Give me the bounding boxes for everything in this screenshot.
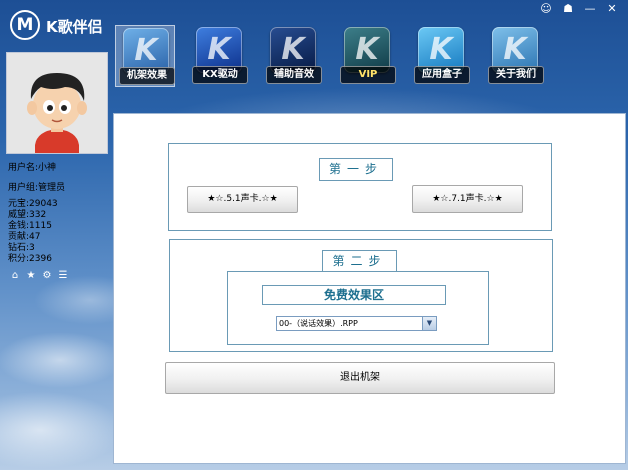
username-label: 用户名:小神 <box>8 163 57 173</box>
toolbar-about-us[interactable]: K 关于我们 <box>485 25 545 87</box>
toolbar-label: 关于我们 <box>488 66 544 84</box>
step2-title: 第二步 <box>322 250 397 272</box>
toolbar-label: KX驱动 <box>192 66 248 84</box>
chevron-down-icon[interactable]: ▼ <box>422 317 436 330</box>
sound-card-51-button[interactable]: ★☆.5.1声卡.☆★ <box>187 186 298 213</box>
stat-prestige: 威望:332 <box>8 210 47 220</box>
gear-icon[interactable]: ⚙ <box>42 271 52 281</box>
cartoon-boy-avatar <box>7 53 107 153</box>
step1-title: 第一步 <box>319 158 393 181</box>
avatar[interactable] <box>6 52 108 154</box>
toolbar-label: 应用盒子 <box>414 66 470 84</box>
star-icon[interactable]: ★ <box>26 271 36 281</box>
free-zone-group <box>227 271 489 345</box>
close-button[interactable]: ✕ <box>602 2 622 16</box>
app-title: K歌伴侣 <box>46 18 103 36</box>
effect-preset-value: 00-（说话效果）.RPP <box>279 319 358 328</box>
stat-money: 金钱:1115 <box>8 221 52 231</box>
user-group-label: 用户组:管理员 <box>8 183 66 193</box>
effect-preset-select[interactable]: 00-（说话效果）.RPP ▼ <box>276 316 437 331</box>
toolbar-rack-effects[interactable]: K 机架效果 <box>115 25 175 87</box>
free-zone-title: 免费效果区 <box>262 285 446 305</box>
minimize-button[interactable]: — <box>580 2 600 16</box>
toolbar-kx-driver[interactable]: K KX驱动 <box>189 25 249 87</box>
exit-rack-button[interactable]: 退出机架 <box>165 362 555 394</box>
stat-diamond: 钻石:3 <box>8 243 35 253</box>
toolbar-label: 机架效果 <box>119 67 175 85</box>
stat-yuanbao: 元宝:29043 <box>8 199 58 209</box>
toolbar-vip[interactable]: K VIP <box>337 25 397 87</box>
feedback-icon[interactable]: ☺ <box>536 2 556 16</box>
stat-contribution: 贡献:47 <box>8 232 41 242</box>
home-icon[interactable]: ⌂ <box>10 271 20 281</box>
skin-icon[interactable]: ☗ <box>558 2 578 16</box>
app-logo: M <box>10 10 40 40</box>
toolbar-label: 辅助音效 <box>266 66 322 84</box>
sound-card-71-button[interactable]: ★☆.7.1声卡.☆★ <box>412 185 523 213</box>
toolbar-label: VIP <box>340 66 396 84</box>
toolbar-app-box[interactable]: K 应用盒子 <box>411 25 471 87</box>
stat-points: 积分:2396 <box>8 254 52 264</box>
toolbar-aux-sound[interactable]: K 辅助音效 <box>263 25 323 87</box>
chat-icon[interactable]: ☰ <box>58 271 68 281</box>
